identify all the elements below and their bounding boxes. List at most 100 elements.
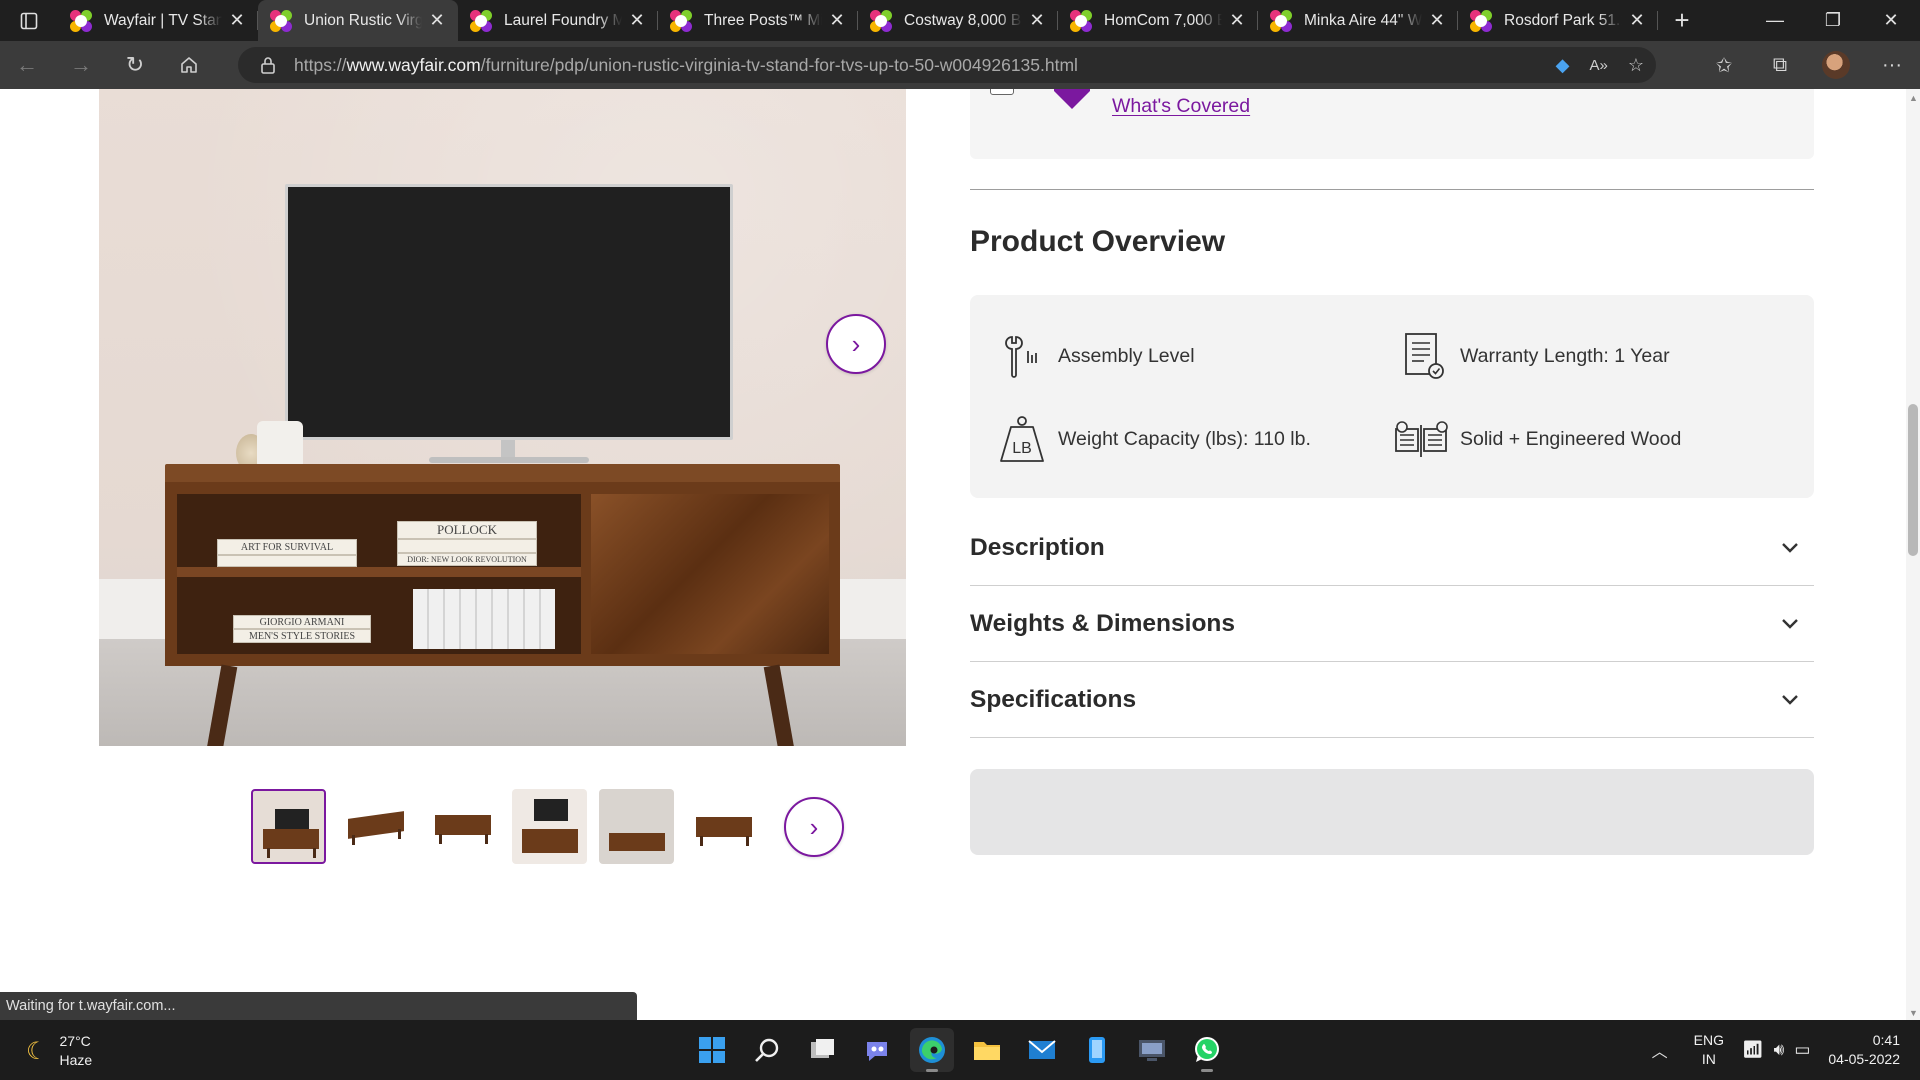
protection-plan-checkbox[interactable] — [990, 89, 1014, 95]
coupon-tag-icon[interactable]: ◆ — [1556, 55, 1570, 76]
feature-item: LB Weight Capacity (lbs): 110 lb. — [996, 413, 1311, 465]
whatsapp-button[interactable] — [1185, 1028, 1229, 1072]
browser-tab[interactable]: HomCom 7,000 BTU ✕ — [1058, 0, 1258, 41]
clock-time: 0:41 — [1872, 1032, 1900, 1048]
search-button[interactable] — [745, 1028, 789, 1072]
browser-tab[interactable]: Laurel Foundry Modern ✕ — [458, 0, 658, 41]
thumbnail[interactable] — [686, 789, 761, 864]
phone-link-button[interactable] — [1075, 1028, 1119, 1072]
thumbnail[interactable] — [599, 789, 674, 864]
close-window-button[interactable]: ✕ — [1862, 0, 1920, 41]
wayfair-favicon-icon — [870, 9, 892, 32]
wayfair-favicon-icon — [670, 9, 692, 32]
monitor-app-icon — [1139, 1040, 1165, 1061]
scroll-down-icon[interactable]: ▼ — [1909, 1008, 1918, 1018]
show-hidden-icons-icon[interactable]: ︿ — [1652, 1038, 1668, 1062]
thumb-leg — [313, 848, 316, 858]
tab-title: Three Posts™ Millwood — [704, 11, 822, 29]
favorites-button[interactable]: ✩ — [1696, 41, 1752, 89]
wayfair-favicon-icon — [1470, 9, 1492, 32]
collections-button[interactable]: ⧉ — [1752, 41, 1808, 89]
protection-plan-box — [970, 89, 1814, 159]
tab-close-icon[interactable]: ✕ — [628, 10, 646, 30]
teams-chat-button[interactable] — [855, 1028, 899, 1072]
browser-tab[interactable]: Wayfair | TV Stand ✕ — [58, 0, 258, 41]
read-aloud-icon[interactable]: A» — [1590, 57, 1608, 74]
active-app-indicator — [926, 1069, 938, 1072]
mail-icon — [1028, 1040, 1056, 1059]
browser-tab[interactable]: Minka Aire 44" Wave ✕ — [1258, 0, 1458, 41]
forward-button[interactable]: → — [54, 41, 108, 89]
tab-actions-icon — [20, 12, 38, 29]
chevron-right-icon: › — [809, 811, 819, 842]
tab-close-icon[interactable]: ✕ — [428, 10, 446, 30]
tab-close-icon[interactable]: ✕ — [1228, 10, 1246, 30]
hero-next-button[interactable]: › — [826, 314, 886, 374]
browser-tab-active[interactable]: Union Rustic Virginia ✕ — [258, 0, 458, 41]
whats-covered-link[interactable]: What's Covered — [1112, 95, 1250, 118]
phone-icon — [1089, 1037, 1105, 1063]
accordion-specifications[interactable]: Specifications — [970, 662, 1814, 738]
chat-icon — [867, 1042, 887, 1061]
avatar[interactable] — [1822, 51, 1850, 79]
settings-menu-button[interactable]: ··· — [1864, 41, 1920, 89]
task-view-button[interactable] — [800, 1028, 844, 1072]
mail-button[interactable] — [1020, 1028, 1064, 1072]
folder-icon — [974, 1042, 1000, 1060]
start-button[interactable] — [690, 1028, 734, 1072]
lang-region: IN — [1701, 1051, 1716, 1067]
tools-icon — [996, 330, 1048, 382]
system-tray: ︿ ENG IN 📶︎ 🔊︎ ▭ 0:41 04-05-2022 — [1652, 1020, 1920, 1080]
window-controls: — ❐ ✕ — [1746, 0, 1920, 41]
refresh-button[interactable]: ↻ — [108, 41, 162, 89]
thumb-leg — [352, 835, 355, 845]
accordion-description[interactable]: Description — [970, 510, 1814, 586]
accordion-label: Weights & Dimensions — [970, 609, 1236, 637]
product-main-image[interactable]: ART FOR SURVIVAL POLLOCK DIOR: NEW LOOK … — [99, 89, 906, 746]
tab-close-icon[interactable]: ✕ — [1428, 10, 1446, 30]
browser-tab[interactable]: Rosdorf Park 51.1 ✕ — [1458, 0, 1658, 41]
browser-tab[interactable]: Three Posts™ Millwood ✕ — [658, 0, 858, 41]
more-icon: ··· — [1882, 53, 1902, 76]
input-language[interactable]: ENG IN — [1694, 1031, 1724, 1069]
arrow-left-icon: ← — [16, 52, 38, 77]
system-icons[interactable]: 📶︎ 🔊︎ ▭ — [1742, 1040, 1810, 1060]
address-bar-actions: ◆ A» ☆ — [1556, 47, 1644, 83]
app-button[interactable] — [1130, 1028, 1174, 1072]
thumb-cabinet — [609, 833, 665, 851]
tab-actions-button[interactable] — [0, 0, 58, 41]
thumbnail[interactable] — [251, 789, 326, 864]
thumbnail[interactable] — [338, 789, 413, 864]
file-explorer-button[interactable] — [965, 1028, 1009, 1072]
page-scrollbar[interactable]: ▲ ▼ — [1906, 89, 1920, 1020]
book-label: DIOR: NEW LOOK REVOLUTION — [397, 553, 537, 566]
accordion-weights-dimensions[interactable]: Weights & Dimensions — [970, 586, 1814, 662]
accordion-label: Description — [970, 533, 1105, 561]
minimize-button[interactable]: — — [1746, 0, 1804, 41]
address-bar[interactable]: https://www.wayfair.com/furniture/pdp/un… — [238, 47, 1656, 83]
clock[interactable]: 0:41 04-05-2022 — [1828, 1031, 1900, 1069]
taskbar-apps — [690, 1028, 1229, 1072]
thumbnail[interactable] — [425, 789, 500, 864]
favorite-add-icon[interactable]: ☆ — [1628, 55, 1644, 76]
browser-tab[interactable]: Costway 8,000 BTU ✕ — [858, 0, 1058, 41]
book-label: ART FOR SURVIVAL — [217, 539, 357, 555]
restore-button[interactable]: ❐ — [1804, 0, 1862, 41]
thumbnail[interactable] — [512, 789, 587, 864]
browser-toolbar: ← → ↻ https://www.wayfair.com/furniture/… — [0, 41, 1920, 89]
scroll-up-icon[interactable]: ▲ — [1909, 93, 1918, 103]
tab-title: Union Rustic Virginia — [304, 11, 422, 29]
thumbnails-next-button[interactable]: › — [784, 797, 844, 857]
tab-close-icon[interactable]: ✕ — [1028, 10, 1046, 30]
edge-app-button[interactable] — [910, 1028, 954, 1072]
url-scheme: https:// — [294, 54, 347, 75]
home-button[interactable] — [162, 41, 216, 89]
chevron-right-icon: › — [851, 328, 861, 359]
scrollbar-thumb[interactable] — [1908, 404, 1918, 556]
new-tab-button[interactable]: + — [1658, 0, 1706, 41]
tab-close-icon[interactable]: ✕ — [1628, 10, 1646, 30]
tab-close-icon[interactable]: ✕ — [228, 10, 246, 30]
back-button[interactable]: ← — [0, 41, 54, 89]
weather-widget[interactable]: ☾ 27°C Haze — [26, 1032, 92, 1070]
tab-close-icon[interactable]: ✕ — [828, 10, 846, 30]
